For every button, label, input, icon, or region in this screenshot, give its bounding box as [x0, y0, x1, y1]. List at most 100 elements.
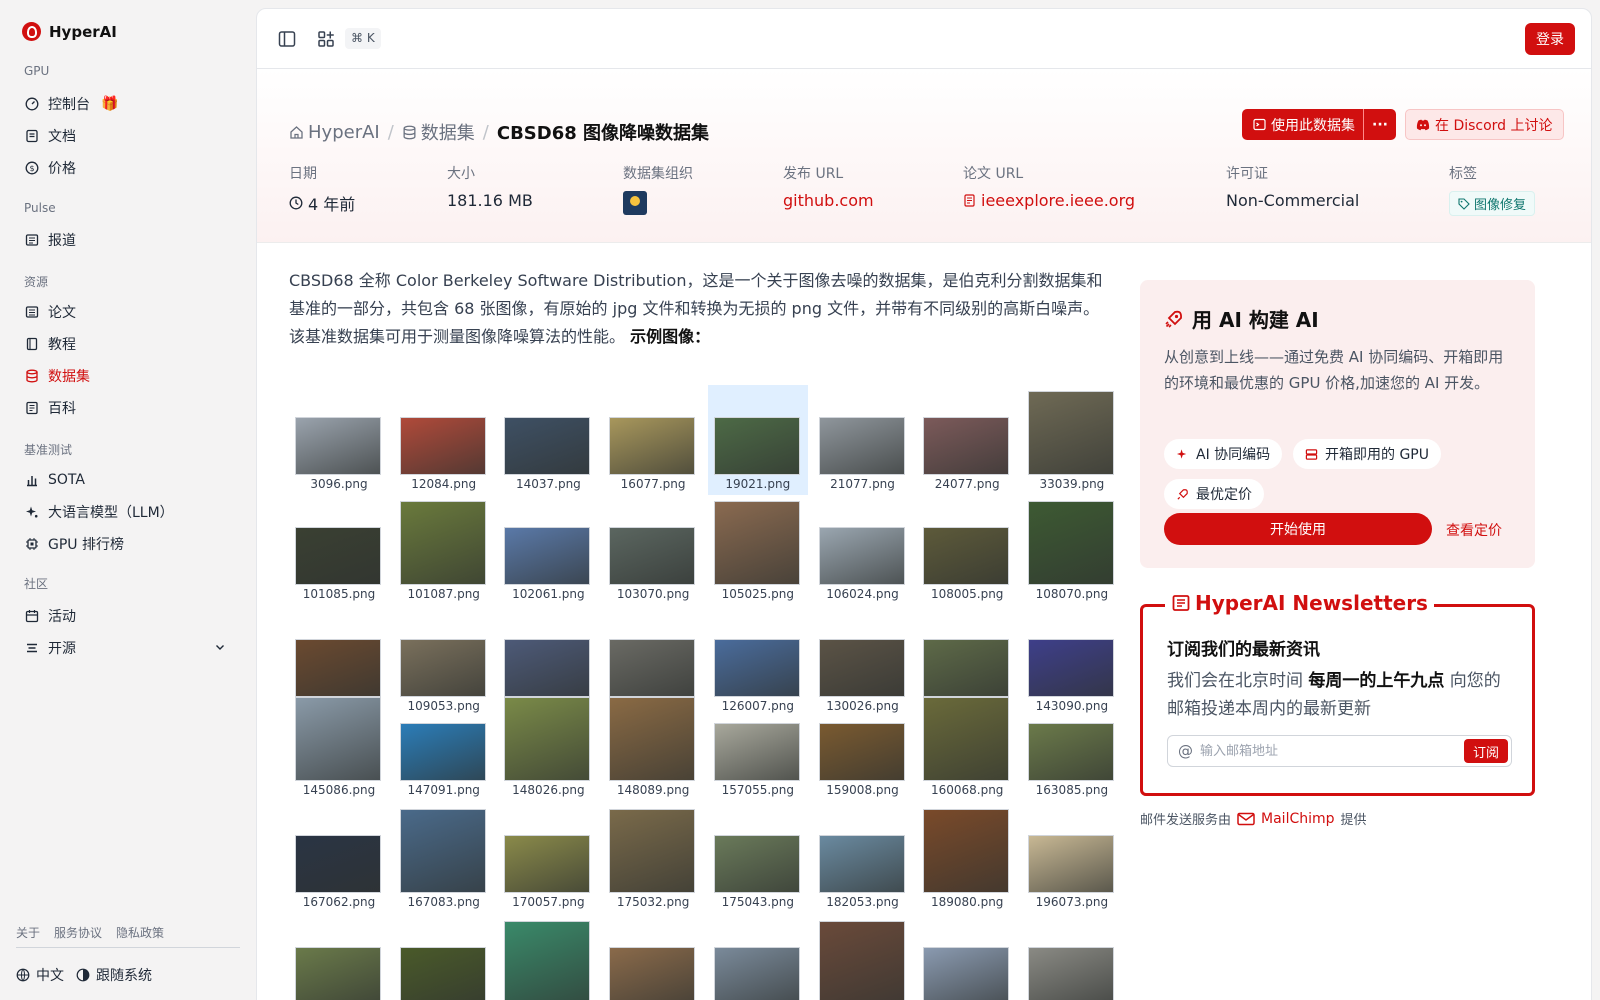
sample-image-thumbnail[interactable]	[818, 527, 905, 585]
sample-image-thumbnail[interactable]	[295, 417, 381, 475]
sample-image-thumbnail[interactable]	[1027, 723, 1114, 781]
theme-switch[interactable]: 跟随系统	[76, 965, 152, 985]
sample-image-thumbnail[interactable]	[399, 723, 486, 781]
gallery-item[interactable]: 175032.png	[603, 803, 703, 915]
gallery-item[interactable]	[289, 915, 389, 1000]
sample-image-thumbnail[interactable]	[399, 809, 486, 893]
sidebar-item-wiki[interactable]: 百科	[16, 394, 238, 422]
sample-image-thumbnail[interactable]	[399, 417, 486, 475]
sample-image-thumbnail[interactable]	[923, 697, 1010, 781]
sidebar-toggle-icon[interactable]	[277, 29, 297, 49]
gallery-item[interactable]: 134035.png	[917, 607, 1017, 713]
gallery-item[interactable]: 109053.png	[394, 607, 494, 713]
sample-image-thumbnail[interactable]	[295, 527, 381, 585]
more-options-button[interactable]: ···	[1363, 109, 1396, 140]
gallery-item[interactable]: 123074.png	[603, 607, 703, 713]
gallery-item[interactable]: 196073.png	[1022, 803, 1122, 915]
sample-image-thumbnail[interactable]	[1027, 639, 1114, 697]
sample-image-thumbnail[interactable]	[295, 697, 381, 781]
gallery-item[interactable]	[498, 915, 598, 1000]
gallery-item[interactable]	[603, 915, 703, 1000]
sidebar-item-opensource[interactable]: 开源	[16, 634, 238, 662]
sample-image-thumbnail[interactable]	[609, 697, 696, 781]
tag-image-restoration[interactable]: 图像修复	[1449, 191, 1536, 216]
gallery-item[interactable]: 170057.png	[498, 803, 598, 915]
gallery-item[interactable]: 167083.png	[394, 803, 494, 915]
apps-grid-icon[interactable]	[316, 29, 336, 49]
get-started-button[interactable]: 开始使用	[1164, 513, 1432, 545]
sidebar-item-gpu-rank[interactable]: GPU 排行榜	[16, 530, 238, 558]
sidebar-item-llm[interactable]: 大语言模型（LLM）	[16, 498, 238, 526]
gallery-item[interactable]: 182053.png	[813, 803, 913, 915]
gallery-item[interactable]	[394, 915, 494, 1000]
gallery-item[interactable]: 119082.png	[498, 607, 598, 713]
sample-image-thumbnail[interactable]	[504, 527, 591, 585]
gallery-item[interactable]: 143090.png	[1022, 607, 1122, 713]
gallery-item[interactable]	[917, 915, 1017, 1000]
gallery-item[interactable]: 19021.png	[707, 385, 808, 495]
sample-image-thumbnail[interactable]	[504, 697, 591, 781]
gallery-item[interactable]: 14037.png	[498, 385, 598, 495]
sidebar-item-sota[interactable]: SOTA	[16, 466, 238, 494]
sample-image-thumbnail[interactable]	[399, 639, 486, 697]
sidebar-item-papers[interactable]: 论文	[16, 298, 238, 326]
gallery-item[interactable]: 157055.png	[708, 691, 808, 803]
gallery-item[interactable]	[813, 915, 913, 1000]
sample-image-thumbnail[interactable]	[818, 723, 905, 781]
gallery-item[interactable]: 108082.png	[289, 607, 389, 713]
gallery-item[interactable]: 16077.png	[603, 385, 703, 495]
sample-image-thumbnail[interactable]	[399, 947, 486, 1000]
sample-image-thumbnail[interactable]	[399, 501, 486, 585]
breadcrumb-datasets[interactable]: 数据集	[402, 119, 475, 145]
sample-image-thumbnail[interactable]	[295, 835, 381, 893]
sidebar-item-pricing[interactable]: $ 价格	[16, 154, 238, 182]
view-pricing-link[interactable]: 查看定价	[1446, 520, 1502, 540]
sample-image-thumbnail[interactable]	[295, 947, 381, 1000]
sidebar-item-events[interactable]: 活动	[16, 602, 238, 630]
gallery-item[interactable]: 163085.png	[1022, 691, 1122, 803]
sidebar-item-reports[interactable]: 报道	[16, 226, 238, 254]
brand-logo-link[interactable]: HyperAI	[22, 22, 117, 41]
paper-url-link[interactable]: ieeexplore.ieee.org	[963, 191, 1135, 210]
gallery-item[interactable]: 189080.png	[917, 803, 1017, 915]
command-shortcut-badge[interactable]: ⌘ K	[345, 28, 381, 49]
publish-url-link[interactable]: github.com	[783, 191, 874, 210]
gallery-item[interactable]	[708, 915, 808, 1000]
sample-image-thumbnail[interactable]	[609, 639, 696, 697]
login-button[interactable]: 登录	[1525, 23, 1575, 55]
gallery-item[interactable]: 103070.png	[603, 495, 703, 607]
gallery-item[interactable]: 126007.png	[708, 607, 808, 713]
sample-image-thumbnail[interactable]	[923, 527, 1010, 585]
gallery-item[interactable]: 108070.png	[1022, 495, 1122, 607]
gallery-item[interactable]: 101087.png	[394, 495, 494, 607]
sample-image-thumbnail[interactable]	[1027, 501, 1114, 585]
sample-image-thumbnail[interactable]	[923, 417, 1010, 475]
gallery-item[interactable]: 148089.png	[603, 691, 703, 803]
mailchimp-link[interactable]: MailChimp	[1237, 811, 1335, 827]
sample-image-thumbnail[interactable]	[818, 417, 905, 475]
sample-image-thumbnail[interactable]	[818, 921, 905, 1000]
gallery-item[interactable]: 160068.png	[917, 691, 1017, 803]
gallery-item[interactable]: 3096.png	[289, 385, 389, 495]
berkeley-org-logo[interactable]	[623, 191, 647, 215]
sample-image-thumbnail[interactable]	[609, 527, 696, 585]
sample-image-thumbnail[interactable]	[713, 639, 800, 697]
gallery-item[interactable]: 21077.png	[813, 385, 913, 495]
gallery-item[interactable]: 167062.png	[289, 803, 389, 915]
sidebar-item-tutorials[interactable]: 教程	[16, 330, 238, 358]
subscribe-button[interactable]: 订阅	[1464, 739, 1508, 763]
sample-image-thumbnail[interactable]	[504, 417, 591, 475]
sample-image-thumbnail[interactable]	[713, 835, 800, 893]
sample-image-thumbnail[interactable]	[1027, 391, 1114, 475]
sample-image-thumbnail[interactable]	[504, 921, 591, 1000]
sample-image-thumbnail[interactable]	[609, 809, 696, 893]
gallery-item[interactable]: 24077.png	[917, 385, 1017, 495]
footer-link-privacy[interactable]: 隐私政策	[116, 924, 164, 941]
sample-image-thumbnail[interactable]	[504, 835, 591, 893]
sample-image-thumbnail[interactable]	[609, 947, 696, 1000]
footer-link-terms[interactable]: 服务协议	[54, 924, 102, 941]
sample-image-thumbnail[interactable]	[609, 417, 696, 475]
gallery-item[interactable]: 108005.png	[917, 495, 1017, 607]
sample-image-thumbnail[interactable]	[923, 639, 1010, 697]
sample-image-thumbnail[interactable]	[713, 417, 800, 475]
